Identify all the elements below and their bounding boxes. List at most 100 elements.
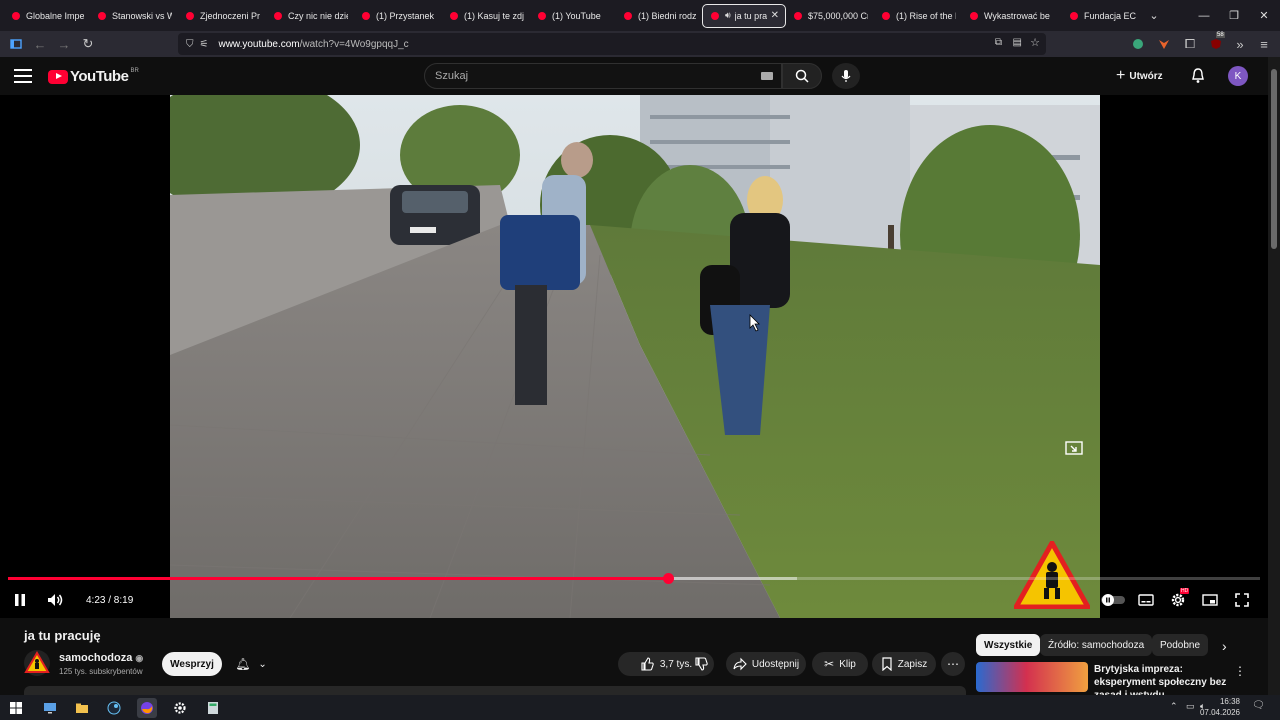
browser-tab[interactable]: (1) YouTube bbox=[530, 4, 616, 28]
voice-search-button[interactable] bbox=[832, 63, 860, 89]
browser-tab[interactable]: (1) Kasuj te zdję bbox=[442, 4, 530, 28]
browser-tab[interactable]: Zjednoczeni Prze bbox=[178, 4, 266, 28]
support-button[interactable]: Wesprzyj bbox=[162, 652, 222, 676]
recommendation-menu-icon[interactable]: ⋮ bbox=[1234, 664, 1246, 678]
search-button[interactable] bbox=[782, 63, 822, 89]
clip-button[interactable]: ✂ Klip bbox=[812, 652, 868, 676]
youtube-logo[interactable]: YouTube BR bbox=[48, 68, 139, 85]
pause-button[interactable] bbox=[12, 590, 28, 610]
tab-audio-icon[interactable]: 🔊︎ bbox=[725, 10, 731, 21]
minimize-icon[interactable]: — bbox=[1188, 0, 1220, 31]
window-close-icon[interactable]: ✕ bbox=[1248, 0, 1280, 31]
tab-list-chevron-icon[interactable]: ⌄ bbox=[1138, 0, 1170, 31]
miniplayer-icon[interactable] bbox=[1064, 438, 1084, 458]
settings-button[interactable]: HD bbox=[1170, 588, 1190, 610]
chip-all[interactable]: Wszystkie bbox=[976, 634, 1041, 656]
sidebar-icon[interactable] bbox=[4, 32, 28, 56]
played-bar bbox=[8, 577, 668, 580]
chip-source-channel[interactable]: Źródło: samochodoza bbox=[1040, 634, 1153, 656]
channel-name[interactable]: samochodoza ◉ bbox=[59, 652, 143, 664]
steam-icon[interactable] bbox=[104, 698, 124, 718]
reload-icon[interactable]: ↻ bbox=[76, 32, 100, 56]
restore-icon[interactable]: ❐ bbox=[1218, 0, 1250, 31]
reader-view-icon[interactable]: ▤ bbox=[1013, 37, 1022, 48]
autoplay-toggle[interactable] bbox=[1100, 590, 1126, 610]
browser-tab[interactable]: Globalne Imperi bbox=[4, 4, 90, 28]
progress-bar[interactable] bbox=[8, 573, 1260, 584]
url-host: www.youtube.com bbox=[218, 38, 300, 50]
firefox-icon[interactable] bbox=[137, 698, 157, 718]
extensions-puzzle-icon[interactable]: ⧠ bbox=[1178, 32, 1202, 56]
keyboard-icon[interactable] bbox=[761, 72, 773, 80]
subscriber-count: 125 tys. subskrybentów bbox=[59, 667, 143, 676]
bookmark-star-icon[interactable]: ☆ bbox=[1030, 36, 1040, 49]
video-player[interactable]: 4:23 / 8:19 HD bbox=[0, 95, 1268, 618]
page-scrollbar[interactable] bbox=[1268, 57, 1280, 695]
settings-gear-icon[interactable] bbox=[170, 698, 190, 718]
fullscreen-icon bbox=[1235, 593, 1249, 607]
shield-icon[interactable]: ⛉ bbox=[186, 39, 194, 50]
picture-in-picture-icon[interactable]: ⧉ bbox=[995, 37, 1002, 48]
scrubber-handle[interactable] bbox=[662, 573, 674, 584]
tray-chevron-up-icon[interactable]: ⌃ bbox=[1170, 701, 1178, 712]
this-pc-icon[interactable] bbox=[40, 698, 60, 718]
description-box[interactable] bbox=[24, 686, 966, 695]
fox-extension-icon[interactable] bbox=[1152, 32, 1176, 56]
chip-related[interactable]: Podobne bbox=[1152, 634, 1209, 656]
ublock-icon[interactable]: 58 bbox=[1204, 32, 1228, 56]
account-avatar[interactable]: K bbox=[1228, 66, 1248, 86]
chip-related-label: Podobne bbox=[1160, 639, 1201, 651]
youtube-favicon-icon bbox=[274, 11, 282, 20]
scrollbar-thumb[interactable] bbox=[1271, 69, 1277, 249]
chips-next-chevron-icon[interactable]: › bbox=[1222, 638, 1227, 654]
browser-tab-title: Zjednoczeni Prze bbox=[200, 10, 260, 21]
extension-badge: 58 bbox=[1216, 32, 1225, 38]
fullscreen-button[interactable] bbox=[1234, 590, 1250, 610]
windows-start-icon[interactable] bbox=[6, 698, 26, 718]
calculator-icon[interactable] bbox=[203, 698, 223, 718]
browser-tab[interactable]: (1) Biedni rodzic bbox=[616, 4, 702, 28]
recommendation-thumbnail[interactable] bbox=[976, 662, 1088, 692]
share-button[interactable]: Udostępnij bbox=[726, 652, 806, 676]
save-button[interactable]: Zapisz bbox=[872, 652, 936, 676]
back-arrow-icon[interactable]: ← bbox=[28, 32, 52, 56]
browser-tab[interactable]: (1) Przystanek Lo bbox=[354, 4, 442, 28]
tab-close-icon[interactable]: ✕ bbox=[771, 10, 779, 21]
volume-icon bbox=[48, 594, 63, 606]
clock-time: 16:38 bbox=[1219, 697, 1240, 706]
volume-button[interactable] bbox=[46, 590, 64, 610]
clock-date: 07.04.2026 bbox=[1199, 708, 1240, 717]
vpn-shield-icon[interactable] bbox=[1126, 32, 1150, 56]
dislike-button[interactable] bbox=[686, 652, 716, 676]
browser-tab[interactable]: Wykastrować be bbox=[962, 4, 1062, 28]
overflow-chevrons-icon[interactable]: » bbox=[1228, 32, 1252, 56]
notification-center-icon[interactable]: 🗨︎ bbox=[1252, 700, 1265, 711]
page-info-icon[interactable]: ⚟ bbox=[200, 39, 209, 50]
network-icon[interactable]: ▭ bbox=[1186, 701, 1195, 712]
guide-menu-icon[interactable] bbox=[14, 69, 32, 83]
youtube-header: YouTube BR Szukaj + Utwórz K bbox=[0, 57, 1268, 95]
browser-tab[interactable]: Czy nic nie dzieje bbox=[266, 4, 354, 28]
youtube-favicon-icon bbox=[711, 11, 719, 20]
youtube-favicon-icon bbox=[1070, 11, 1078, 20]
browser-tab[interactable]: $75,000,000 Cry bbox=[786, 4, 874, 28]
channel-avatar[interactable] bbox=[24, 650, 50, 676]
file-explorer-icon[interactable] bbox=[72, 698, 92, 718]
more-horizontal-icon: ⋯ bbox=[947, 657, 959, 671]
video-frame[interactable] bbox=[170, 95, 1100, 618]
subtitles-button[interactable] bbox=[1138, 590, 1154, 610]
notification-preference-button[interactable]: 🔔︎ ⌄ bbox=[226, 652, 276, 676]
app-menu-icon[interactable]: ≡ bbox=[1252, 32, 1276, 56]
clock[interactable]: 16:38 07.04.2026 bbox=[1200, 696, 1240, 718]
create-button[interactable]: + Utwórz bbox=[1116, 65, 1163, 87]
search-input[interactable]: Szukaj bbox=[424, 63, 782, 89]
browser-tab[interactable]: 🔊︎ja tu prac ✕ bbox=[702, 3, 786, 28]
address-bar[interactable]: ⛉ ⚟ www.youtube.com/watch?v=4Wo9gpqqJ_c … bbox=[178, 33, 1046, 55]
notifications-bell-icon[interactable] bbox=[1190, 67, 1206, 89]
miniplayer-button[interactable] bbox=[1202, 590, 1218, 610]
forward-arrow-icon[interactable]: → bbox=[52, 32, 76, 56]
browser-tab[interactable]: Fundacja ECPU I bbox=[1062, 4, 1142, 28]
browser-tab[interactable]: Stanowski vs Wo bbox=[90, 4, 178, 28]
browser-tab[interactable]: (1) Rise of the N bbox=[874, 4, 962, 28]
more-actions-button[interactable]: ⋯ bbox=[941, 652, 965, 676]
